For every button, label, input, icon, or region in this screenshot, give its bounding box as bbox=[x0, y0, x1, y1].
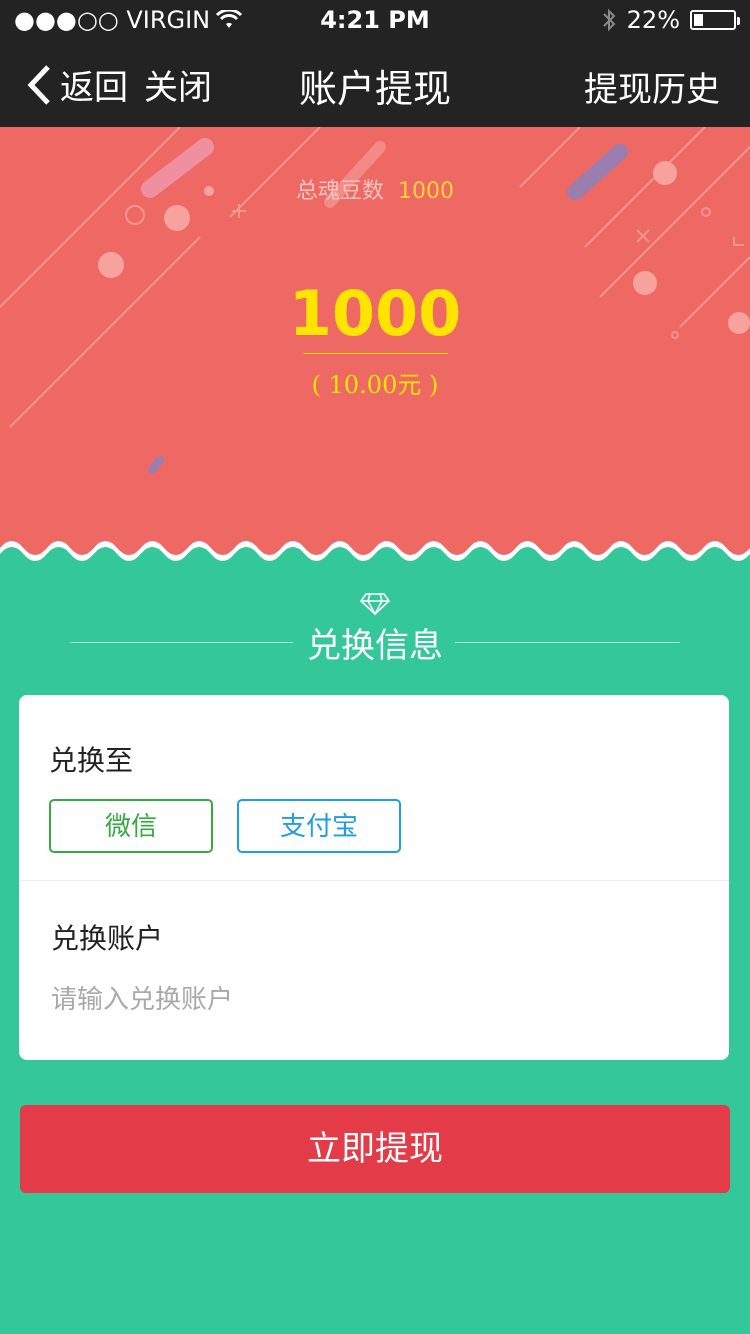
withdraw-history-link[interactable]: 提现历史 bbox=[584, 62, 720, 111]
withdraw-amount: 1000 bbox=[288, 277, 462, 350]
exchange-account-label: 兑换账户 bbox=[51, 922, 164, 955]
exchange-to-label: 兑换至 bbox=[49, 744, 134, 777]
total-beans-value: 1000 bbox=[398, 179, 454, 204]
alipay-option[interactable]: 支付宝 bbox=[237, 799, 401, 853]
exchange-form: 兑换至 微信 支付宝 兑换账户 bbox=[19, 695, 729, 1060]
section-line-right bbox=[455, 642, 680, 643]
total-beans: 总魂豆数 1000 bbox=[0, 173, 750, 205]
status-bar: ●●●○○ VIRGIN 4:21 PM 22% bbox=[0, 0, 750, 40]
wechat-option[interactable]: 微信 bbox=[49, 799, 213, 853]
withdraw-now-button[interactable]: 立即提现 bbox=[20, 1105, 730, 1193]
amount-underline bbox=[303, 353, 448, 354]
wave-divider bbox=[0, 541, 750, 570]
section-header: 兑换信息 bbox=[0, 590, 750, 670]
diamond-icon bbox=[359, 593, 391, 616]
balance-hero: 总魂豆数 1000 1000 ( 10.00元 ) bbox=[0, 127, 750, 557]
exchange-account-input[interactable] bbox=[51, 980, 651, 1020]
battery-icon bbox=[690, 10, 740, 30]
yuan-equivalent: ( 10.00元 ) bbox=[311, 371, 439, 399]
bluetooth-icon bbox=[602, 8, 616, 32]
total-beans-label: 总魂豆数 bbox=[295, 179, 384, 204]
form-divider bbox=[19, 880, 729, 881]
nav-bar: 返回 关闭 账户提现 提现历史 bbox=[0, 40, 750, 127]
battery-percent: 22% bbox=[626, 6, 680, 34]
